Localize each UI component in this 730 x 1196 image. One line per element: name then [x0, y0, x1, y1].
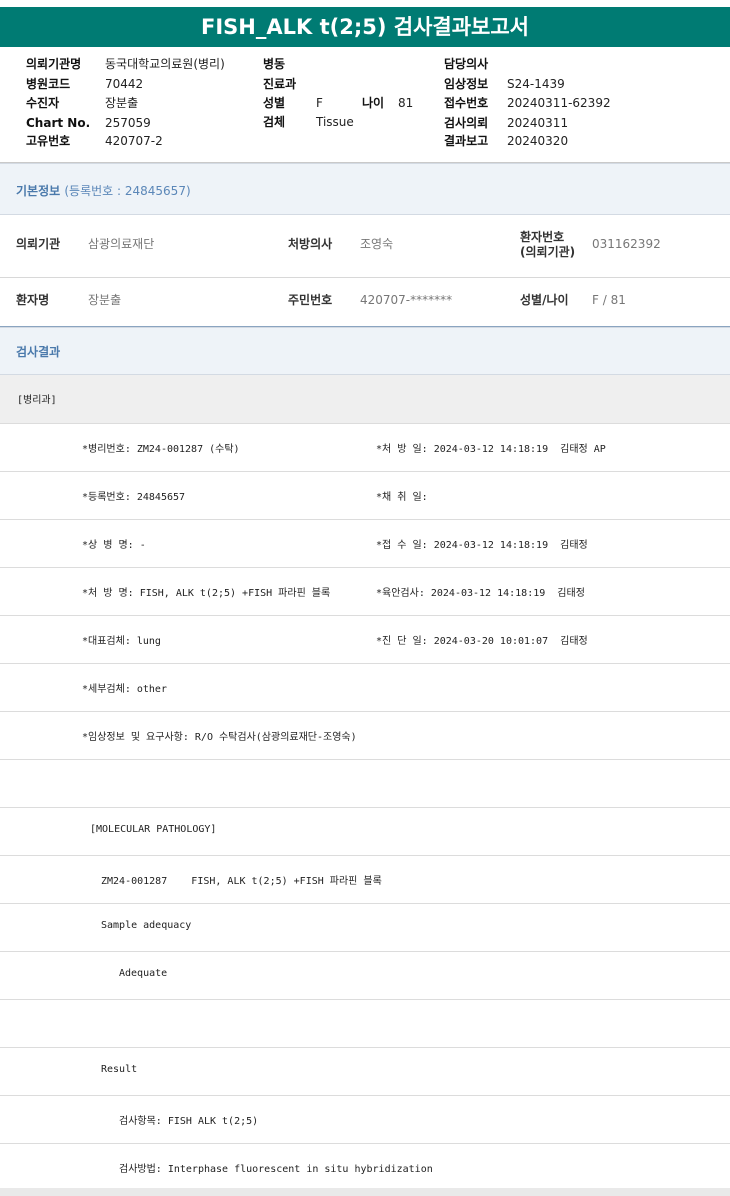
department-row: [병리과] — [0, 375, 730, 424]
report-date-label: 결과보고 — [444, 134, 489, 148]
sample-adequacy-row: Sample adequacy — [0, 904, 730, 952]
result-right: *육안검사: 2024-03-12 14:18:19 김태정 — [376, 588, 585, 599]
test-method-row: 검사방법: Interphase fluorescent in situ hyb… — [0, 1144, 730, 1188]
basic-info-row-1: 의뢰기관 삼광의료재단 처방의사 조영숙 환자번호 (의뢰기관) 0311623… — [0, 215, 730, 278]
result-right: *접 수 일: 2024-03-12 14:18:19 김태정 — [376, 540, 588, 551]
attending-label: 담당의사 — [444, 57, 489, 71]
result-row: *등록번호: 24845657 *채 취 일: — [0, 472, 730, 520]
result-row: *처 방 명: FISH, ALK t(2;5) +FISH 파라핀 블록 *육… — [0, 568, 730, 616]
report-date: 20240320 — [507, 134, 569, 148]
adequate: Adequate — [119, 968, 168, 979]
sex-age: F / 81 — [592, 293, 626, 307]
adequate-row: Adequate — [0, 952, 730, 1000]
patient-no: 031162392 — [592, 237, 661, 251]
clinical-info: S24-1439 — [507, 77, 565, 91]
department-label: 진료과 — [263, 77, 297, 91]
unique-no-label: 고유번호 — [26, 134, 71, 148]
result-right: *처 방 일: 2024-03-12 14:18:19 김태정 AP — [376, 444, 606, 455]
scrollbar-track[interactable] — [0, 1188, 730, 1196]
result-row: *병리번호: ZM24-001287 (수탁) *처 방 일: 2024-03-… — [0, 424, 730, 472]
chart-no: 257059 — [105, 116, 151, 130]
result-left: *처 방 명: FISH, ALK t(2;5) +FISH 파라핀 블록 — [82, 588, 331, 599]
institution: 삼광의료재단 — [88, 237, 155, 251]
test-item: 검사항목: FISH ALK t(2;5) — [119, 1116, 259, 1127]
result-row: *임상정보 및 요구사항: R/O 수탁검사(삼광의료재단-조영숙) — [0, 712, 730, 760]
examinee-label: 수진자 — [26, 96, 60, 110]
patient-name-label: 환자명 — [16, 293, 50, 307]
result-left: *병리번호: ZM24-001287 (수탁) — [82, 444, 240, 455]
receipt-no: 20240311-62392 — [507, 96, 611, 110]
case-line: ZM24-001287 FISH, ALK t(2;5) +FISH 파라핀 블… — [101, 876, 382, 887]
requesting-institution: 동국대학교의료원(병리) — [105, 57, 225, 71]
sex-age-label: 성별/나이 — [520, 293, 569, 307]
prescriber-label: 처방의사 — [288, 237, 333, 251]
specimen: Tissue — [316, 115, 354, 129]
patient-no-label-sub: (의뢰기관) — [520, 245, 576, 259]
blank-row — [0, 1000, 730, 1048]
results-title: 검사결과 — [16, 345, 61, 359]
receipt-no-label: 접수번호 — [444, 96, 489, 110]
patient-no-label: 환자번호 — [520, 230, 565, 244]
specimen-label: 검체 — [263, 115, 286, 129]
unique-no: 420707-2 — [105, 134, 163, 148]
resident-no-label: 주민번호 — [288, 293, 333, 307]
resident-no: 420707-******* — [360, 293, 453, 307]
sex: F — [316, 96, 323, 110]
basic-info-row-2: 환자명 장분출 주민번호 420707-******* 성별/나이 F / 81 — [0, 278, 730, 327]
request-date: 20240311 — [507, 116, 569, 130]
ward-label: 병동 — [263, 57, 286, 71]
test-method: 검사방법: Interphase fluorescent in situ hyb… — [119, 1164, 433, 1175]
result-row: *대표검체: lung *진 단 일: 2024-03-20 10:01:07 … — [0, 616, 730, 664]
prescriber: 조영숙 — [360, 237, 394, 251]
basic-info-title: 기본정보 (등록번호 : 24845657) — [16, 182, 191, 199]
request-date-label: 검사의뢰 — [444, 116, 489, 130]
requesting-institution-label: 의뢰기관명 — [26, 57, 82, 71]
chart-no-label: Chart No. — [26, 116, 91, 130]
result-label-row: Result — [0, 1048, 730, 1096]
clinical-info-label: 임상정보 — [444, 77, 489, 91]
result-row: *상 병 명: - *접 수 일: 2024-03-12 14:18:19 김태… — [0, 520, 730, 568]
result-left: *대표검체: lung — [82, 636, 161, 647]
examinee: 장분출 — [105, 96, 139, 110]
blank-row — [0, 760, 730, 808]
result-right: *진 단 일: 2024-03-20 10:01:07 김태정 — [376, 636, 588, 647]
hospital-code-label: 병원코드 — [26, 77, 71, 91]
result-left: *등록번호: 24845657 — [82, 492, 186, 503]
test-item-row: 검사항목: FISH ALK t(2;5) — [0, 1096, 730, 1144]
patient-name: 장분출 — [88, 293, 122, 307]
sample-adequacy: Sample adequacy — [101, 920, 192, 931]
institution-label: 의뢰기관 — [16, 237, 61, 251]
result-left: *상 병 명: - — [82, 540, 146, 551]
case-row: ZM24-001287 FISH, ALK t(2;5) +FISH 파라핀 블… — [0, 856, 730, 904]
molecular-header: [MOLECULAR PATHOLOGY] — [90, 824, 217, 835]
report-title: FISH_ALK t(2;5) 검사결과보고서 — [0, 7, 730, 47]
age: 81 — [398, 96, 414, 110]
result-right: *채 취 일: — [376, 492, 428, 503]
basic-info-registration: (등록번호 : 24845657) — [64, 184, 191, 198]
molecular-header-row: [MOLECULAR PATHOLOGY] — [0, 808, 730, 856]
basic-info-title-text: 기본정보 — [16, 184, 61, 198]
age-label: 나이 — [362, 96, 385, 110]
department-tag: [병리과] — [17, 395, 57, 406]
results-section-header: 검사결과 — [0, 327, 730, 375]
sex-label: 성별 — [263, 96, 286, 110]
result-left: *임상정보 및 요구사항: R/O 수탁검사(삼광의료재단-조영숙) — [82, 732, 357, 743]
basic-info-section-header: 기본정보 (등록번호 : 24845657) — [0, 163, 730, 215]
result-row: *세부검체: other — [0, 664, 730, 712]
hospital-code: 70442 — [105, 77, 144, 91]
result-label: Result — [101, 1064, 138, 1075]
result-left: *세부검체: other — [82, 684, 167, 695]
